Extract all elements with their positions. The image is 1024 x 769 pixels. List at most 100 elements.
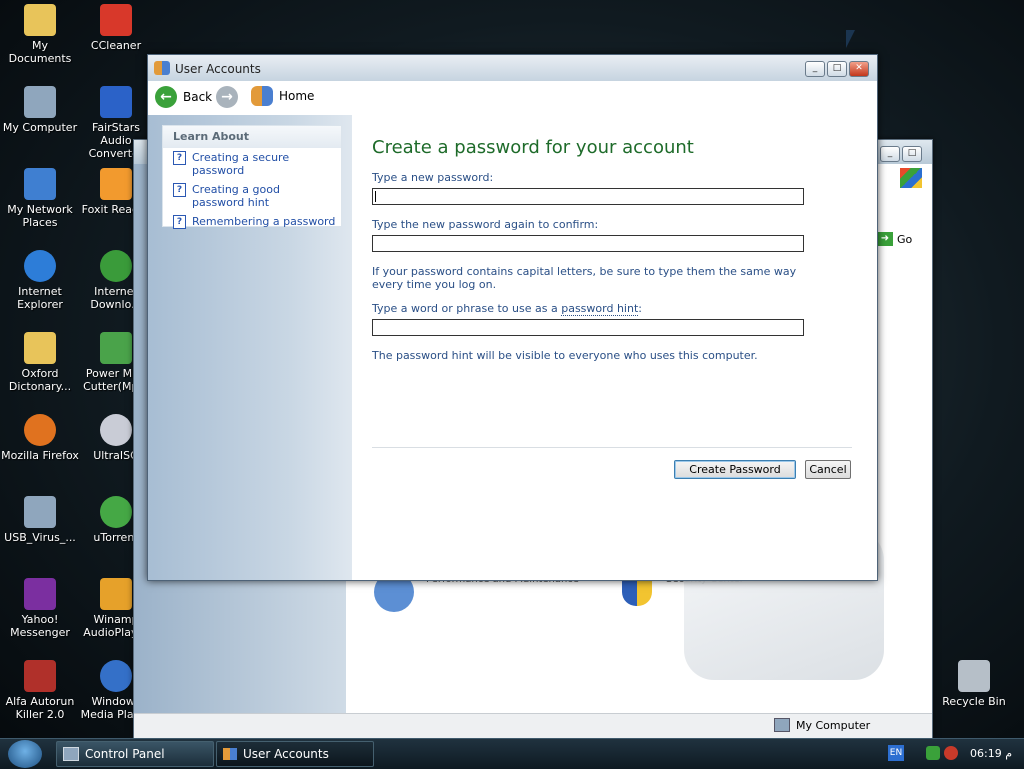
desktop-icon-oxford-dictionary[interactable]: Oxford Dictonary... bbox=[0, 332, 80, 393]
taskbar: Control Panel User Accounts EN 06:19 م bbox=[0, 738, 1024, 769]
cp-maximize-button[interactable]: □ bbox=[902, 146, 922, 162]
home-button[interactable]: Home bbox=[251, 86, 314, 106]
cancel-button[interactable]: Cancel bbox=[805, 460, 851, 479]
learn-about-title: Learn About bbox=[163, 126, 341, 148]
maximize-button[interactable]: □ bbox=[827, 61, 847, 77]
desktop-icon-yahoo-messenger[interactable]: Yahoo! Messenger bbox=[0, 578, 80, 639]
audio-converter-icon bbox=[100, 86, 132, 118]
user-accounts-titlebar[interactable]: User Accounts _ □ ✕ bbox=[148, 55, 877, 82]
windows-logo-icon bbox=[900, 168, 922, 188]
cp-go-label: Go bbox=[897, 232, 913, 246]
taskbar-item-label: Control Panel bbox=[85, 747, 165, 761]
ccleaner-icon bbox=[100, 4, 132, 36]
new-password-input[interactable] bbox=[372, 188, 804, 205]
user-accounts-window[interactable]: User Accounts _ □ ✕ ← Back → Home Learn … bbox=[147, 54, 878, 581]
forward-arrow-icon: → bbox=[216, 86, 238, 108]
desktop-icon-label: My Network Places bbox=[7, 203, 73, 229]
confirm-password-input[interactable] bbox=[372, 235, 804, 252]
folder-icon bbox=[24, 332, 56, 364]
taskbar-item-user-accounts[interactable]: User Accounts bbox=[216, 741, 374, 767]
yahoo-messenger-icon bbox=[24, 578, 56, 610]
tray-network-icon[interactable] bbox=[926, 746, 940, 760]
recycle-bin-icon bbox=[958, 660, 990, 692]
desktop-icon-alfa-autorun-killer[interactable]: Alfa Autorun Killer 2.0 bbox=[0, 660, 80, 721]
taskbar-item-label: User Accounts bbox=[243, 747, 329, 761]
navigation-bar: ← Back → Home bbox=[148, 81, 877, 115]
page-title: Create a password for your account bbox=[372, 137, 694, 158]
back-arrow-icon: ← bbox=[155, 86, 177, 108]
user-accounts-app-icon bbox=[154, 61, 170, 75]
desktop-icon-my-documents[interactable]: My Documents bbox=[0, 4, 80, 65]
firefox-icon bbox=[24, 414, 56, 446]
forward-button[interactable]: → bbox=[216, 86, 238, 108]
cp-go-button[interactable]: ➜ Go bbox=[877, 232, 912, 246]
back-label: Back bbox=[183, 90, 213, 104]
user-accounts-icon bbox=[223, 748, 237, 760]
desktop-icon-my-network-places[interactable]: My Network Places bbox=[0, 168, 80, 229]
desktop-icon-label: Oxford Dictonary... bbox=[8, 367, 72, 393]
usb-scanner-icon bbox=[24, 496, 56, 528]
hint-label-suffix: : bbox=[638, 302, 642, 315]
pdf-reader-icon bbox=[100, 168, 132, 200]
desktop-icon-label: Alfa Autorun Killer 2.0 bbox=[5, 695, 75, 721]
download-manager-icon bbox=[100, 250, 132, 282]
desktop-icon-internet-explorer[interactable]: Internet Explorer bbox=[0, 250, 80, 311]
internet-explorer-icon bbox=[24, 250, 56, 282]
home-label: Home bbox=[279, 89, 315, 103]
taskbar-item-control-panel[interactable]: Control Panel bbox=[56, 741, 214, 767]
disc-icon bbox=[100, 414, 132, 446]
desktop-icon-label: Mozilla Firefox bbox=[1, 449, 79, 462]
folder-documents-icon bbox=[24, 4, 56, 36]
help-icon: ? bbox=[173, 183, 186, 197]
learn-link-remembering-password[interactable]: ? Remembering a password bbox=[163, 212, 341, 232]
learn-link-secure-password[interactable]: ? Creating a secure password bbox=[163, 148, 341, 180]
cp-minimize-button[interactable]: _ bbox=[880, 146, 900, 162]
desktop-icon-label: My Computer bbox=[2, 121, 78, 134]
hint-label-prefix: Type a word or phrase to use as a bbox=[372, 302, 562, 315]
back-button[interactable]: ← Back bbox=[155, 86, 212, 108]
desktop-icon-label: My Documents bbox=[8, 39, 72, 65]
mouse-cursor-icon bbox=[846, 30, 855, 48]
network-icon bbox=[24, 168, 56, 200]
audio-cutter-icon bbox=[100, 332, 132, 364]
learn-link-label: Creating a good password hint bbox=[192, 183, 280, 209]
main-content: Create a password for your account Type … bbox=[352, 115, 877, 580]
create-password-button[interactable]: Create Password bbox=[674, 460, 796, 479]
learn-link-label: Remembering a password bbox=[192, 215, 336, 228]
task-pane: Learn About ? Creating a secure password… bbox=[148, 115, 352, 580]
desktop-icon-label: CCleaner bbox=[90, 39, 142, 52]
winamp-icon bbox=[100, 578, 132, 610]
confirm-password-label: Type the new password again to confirm: bbox=[372, 218, 599, 231]
computer-icon bbox=[24, 86, 56, 118]
desktop-icon-usb-virus[interactable]: USB_Virus_... bbox=[0, 496, 80, 544]
password-hint-input[interactable] bbox=[372, 319, 804, 336]
password-hint-link[interactable]: password hint bbox=[561, 302, 639, 316]
hint-visibility-note: The password hint will be visible to eve… bbox=[372, 349, 758, 362]
learn-link-label: Creating a secure password bbox=[192, 151, 290, 177]
autorun-killer-icon bbox=[24, 660, 56, 692]
status-location: My Computer bbox=[796, 718, 871, 732]
language-indicator[interactable]: EN bbox=[888, 745, 904, 761]
close-button[interactable]: ✕ bbox=[849, 61, 869, 77]
learn-about-panel: Learn About ? Creating a secure password… bbox=[162, 125, 342, 229]
tray-security-icon[interactable] bbox=[944, 746, 958, 760]
start-button[interactable] bbox=[8, 740, 42, 768]
desktop-icon-mozilla-firefox[interactable]: Mozilla Firefox bbox=[0, 414, 80, 462]
control-panel-icon bbox=[63, 747, 79, 761]
help-icon: ? bbox=[173, 151, 186, 165]
go-arrow-icon: ➜ bbox=[877, 232, 893, 246]
learn-link-good-hint[interactable]: ? Creating a good password hint bbox=[163, 180, 341, 212]
minimize-button[interactable]: _ bbox=[805, 61, 825, 77]
desktop-icon-label: Recycle Bin bbox=[942, 695, 1006, 708]
my-computer-small-icon bbox=[774, 718, 790, 732]
divider bbox=[372, 447, 852, 448]
control-panel-statusbar: My Computer bbox=[134, 713, 932, 738]
desktop-icon-ccleaner[interactable]: CCleaner bbox=[76, 4, 156, 52]
desktop-icon-recycle-bin[interactable]: Recycle Bin bbox=[934, 660, 1014, 708]
system-clock[interactable]: 06:19 م bbox=[970, 747, 1012, 760]
desktop-icon-my-computer[interactable]: My Computer bbox=[0, 86, 80, 134]
desktop-icon-label: Yahoo! Messenger bbox=[10, 613, 70, 639]
home-users-icon bbox=[251, 86, 273, 106]
utorrent-icon bbox=[100, 496, 132, 528]
window-title: User Accounts bbox=[175, 62, 261, 76]
